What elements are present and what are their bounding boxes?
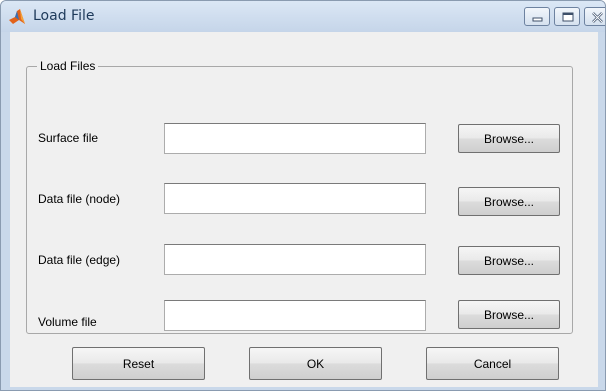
window-title: Load File [33, 8, 95, 24]
volume-file-input[interactable] [164, 300, 426, 331]
minimize-icon [532, 17, 543, 22]
ok-button[interactable]: OK [249, 347, 382, 380]
dialog-client-area: Load Files Surface file Browse... Data f… [10, 32, 598, 387]
cancel-button[interactable]: Cancel [426, 347, 559, 380]
matlab-icon [9, 9, 25, 24]
browse-node-button[interactable]: Browse... [458, 187, 560, 216]
minimize-button[interactable] [524, 7, 550, 26]
browse-volume-button[interactable]: Browse... [458, 300, 560, 329]
surface-file-label: Surface file [38, 131, 99, 145]
data-file-edge-input[interactable] [164, 244, 426, 275]
maximize-icon [562, 12, 574, 22]
reset-button[interactable]: Reset [72, 347, 205, 380]
load-files-group: Load Files Surface file Browse... Data f… [26, 59, 573, 334]
volume-file-label: Volume file [38, 315, 97, 329]
data-file-edge-label: Data file (edge) [38, 253, 121, 267]
title-bar[interactable]: Load File [1, 1, 605, 32]
group-legend: Load Files [40, 59, 96, 73]
close-button[interactable] [584, 7, 605, 26]
browse-edge-button[interactable]: Browse... [458, 246, 560, 275]
data-file-node-input[interactable] [164, 183, 426, 214]
close-icon [592, 12, 603, 23]
browse-surface-button[interactable]: Browse... [458, 124, 560, 153]
data-file-node-label: Data file (node) [38, 192, 121, 206]
maximize-button[interactable] [554, 7, 580, 26]
surface-file-input[interactable] [164, 123, 426, 154]
load-file-window: Load File Load Files Surface file Browse… [0, 0, 606, 391]
